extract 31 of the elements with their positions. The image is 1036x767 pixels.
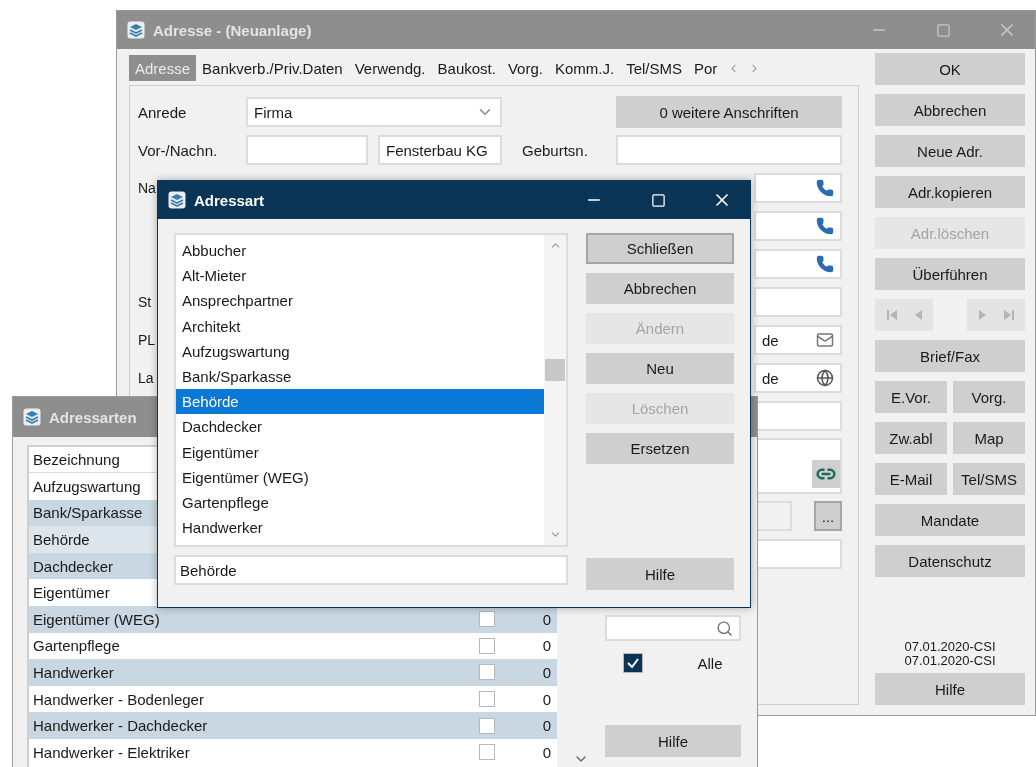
- table-cell: Bank/Sparkasse: [33, 504, 143, 522]
- window-title: Adressarten: [49, 408, 137, 426]
- column-header: Bezeichnung: [33, 451, 120, 468]
- table-cell: 0: [542, 663, 551, 681]
- table-cell: Dachdecker: [33, 557, 114, 575]
- field-label: St: [138, 294, 153, 310]
- table-cell: 0: [542, 610, 551, 628]
- table-cell: 0: [542, 637, 551, 655]
- date-label: 07.01.2020-CSI: [904, 654, 996, 668]
- field-label: Vor-/Nachn.: [138, 141, 219, 159]
- table-cell: Handwerker - Bodenleger: [33, 690, 204, 708]
- window-title: Adressart: [194, 191, 265, 209]
- table-cell: Eigentümer (WEG): [33, 610, 160, 628]
- window-title: Adresse - (Neuanlage): [153, 21, 312, 39]
- table-cell: Handwerker - Dachdecker: [33, 717, 208, 735]
- table-cell: 0: [542, 717, 551, 735]
- table-cell: 0: [542, 690, 551, 708]
- field-label: La: [138, 370, 155, 386]
- field-label: PL: [138, 332, 157, 348]
- table-cell: Handwerker: [33, 663, 114, 681]
- field-label: Anrede: [138, 103, 188, 121]
- table-cell: Handwerker - Elektriker: [33, 743, 190, 761]
- checkbox-label: Alle: [697, 654, 723, 672]
- table-cell: Aufzugswartung: [33, 477, 141, 495]
- table-cell: Eigentümer: [33, 584, 110, 602]
- table-cell: Gartenpflege: [33, 637, 120, 655]
- field-label: Na: [138, 180, 157, 196]
- table-cell: 0: [542, 743, 551, 761]
- field-label: Geburtsn.: [522, 141, 589, 159]
- date-label: 07.01.2020-CSI: [904, 640, 996, 654]
- table-cell: Behörde: [33, 531, 90, 548]
